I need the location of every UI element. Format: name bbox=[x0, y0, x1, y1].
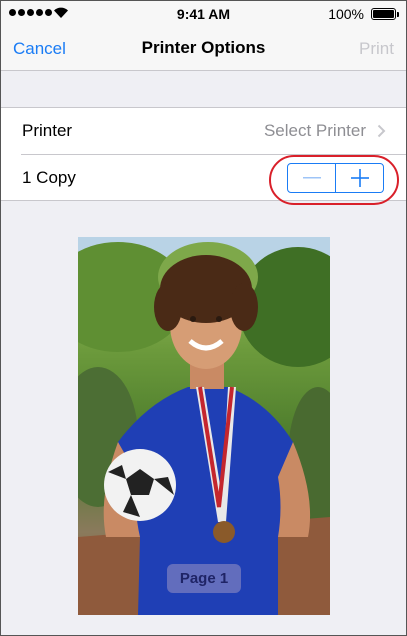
minus-icon bbox=[302, 177, 321, 179]
printer-label: Printer bbox=[22, 121, 73, 140]
copies-row: 1 Copy bbox=[1, 155, 406, 201]
printer-options-list: Printer Select Printer 1 Copy bbox=[1, 107, 406, 201]
printer-value: Select Printer bbox=[263, 121, 366, 140]
photo-preview bbox=[78, 237, 330, 615]
print-button[interactable]: Print bbox=[359, 39, 394, 59]
page-number-badge: Page 1 bbox=[167, 564, 241, 593]
printer-row[interactable]: Printer Select Printer bbox=[1, 108, 406, 155]
copies-label: 1 Copy bbox=[22, 168, 76, 187]
decrement-button[interactable] bbox=[288, 164, 336, 192]
increment-button[interactable] bbox=[336, 164, 383, 192]
plus-icon bbox=[350, 169, 369, 187]
status-bar: 9:41 AM 100% bbox=[1, 1, 406, 27]
battery-icon bbox=[371, 8, 399, 20]
chevron-right-icon bbox=[377, 124, 386, 138]
print-options-screen: 9:41 AM 100% Cancel Printer Options Prin… bbox=[0, 0, 407, 636]
navigation-bar: Cancel Printer Options Print bbox=[1, 27, 406, 71]
page-preview[interactable]: Page 1 bbox=[78, 237, 330, 615]
battery-percentage: 100% bbox=[328, 6, 364, 22]
copies-stepper[interactable] bbox=[287, 163, 384, 193]
page-title: Printer Options bbox=[141, 38, 266, 57]
